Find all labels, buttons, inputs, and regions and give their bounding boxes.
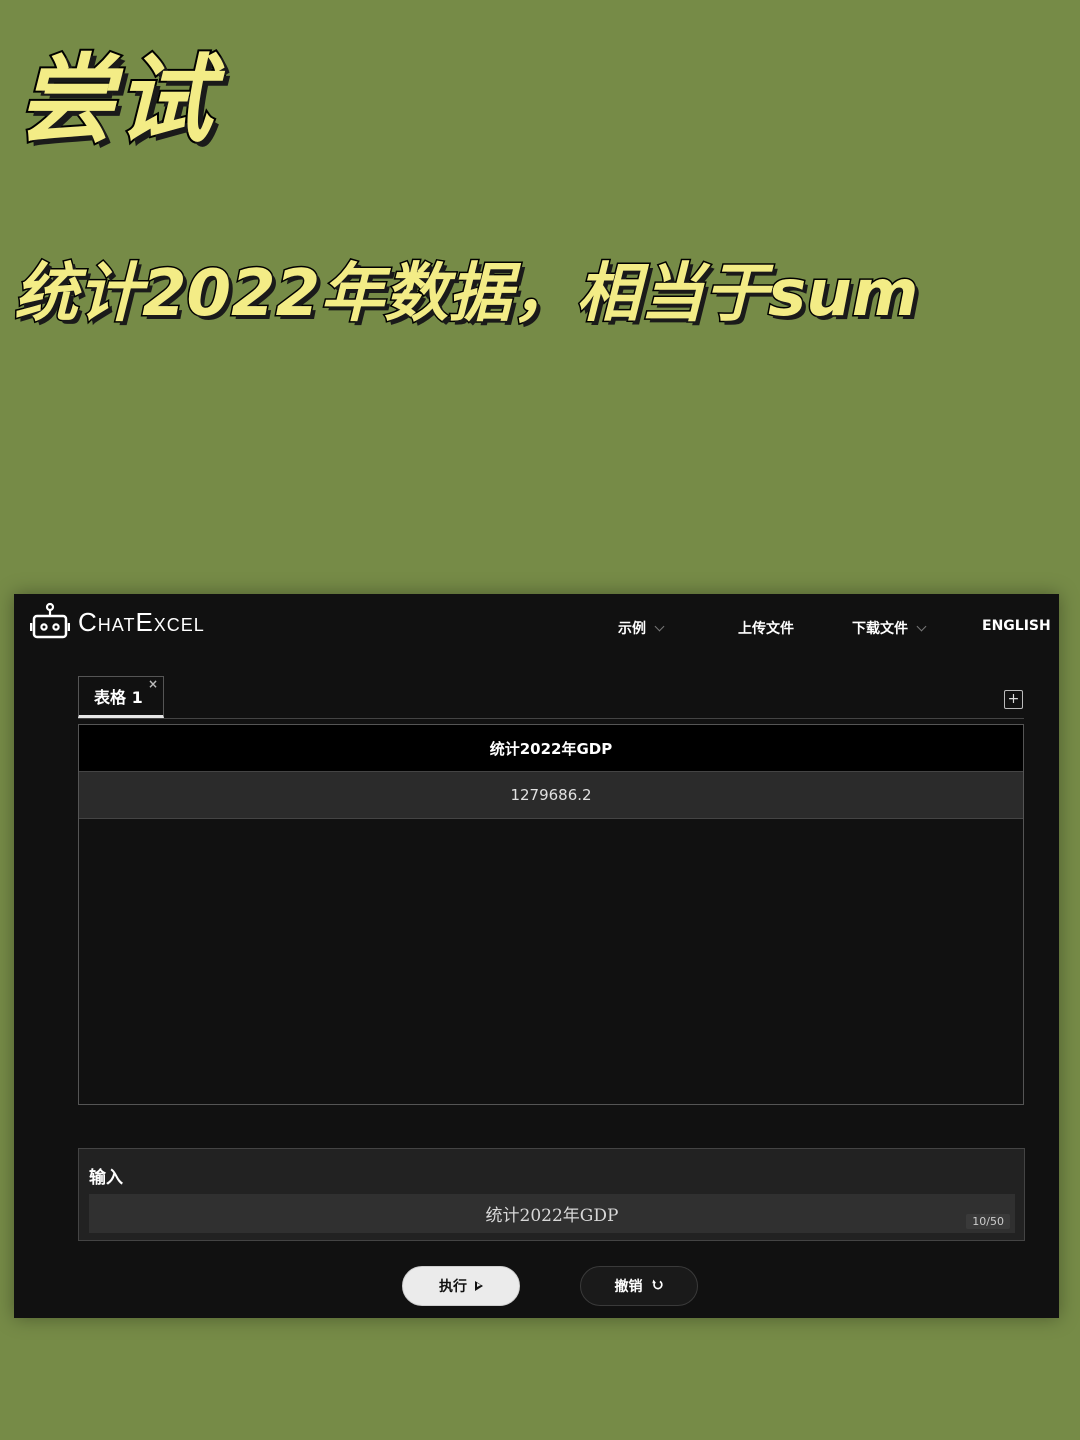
logo[interactable]: ChatExcel <box>30 602 205 642</box>
nav-download-label: 下载文件 <box>852 621 908 637</box>
play-icon <box>475 1281 483 1291</box>
tab-sheet-1[interactable]: 表格 1 × <box>78 676 164 718</box>
nav-examples-label: 示例 <box>618 621 646 637</box>
run-button[interactable]: 执行 <box>402 1266 520 1306</box>
result-table: 统计2022年GDP 1279686.2 <box>78 724 1024 1105</box>
input-panel: 输入 10/50 <box>78 1148 1025 1241</box>
nav-upload-label: 上传文件 <box>738 621 794 637</box>
char-counter: 10/50 <box>966 1214 1010 1229</box>
query-input[interactable] <box>89 1194 1015 1233</box>
logo-text: ChatExcel <box>78 606 205 637</box>
table-header: 统计2022年GDP <box>79 725 1023 772</box>
table-row: 1279686.2 <box>79 772 1023 819</box>
nav-english-label: ENGLISH <box>982 618 1051 634</box>
overlay-headline: 尝试 <box>16 44 214 156</box>
undo-button[interactable]: 撤销 <box>580 1266 698 1306</box>
robot-icon <box>30 602 70 642</box>
add-sheet-button[interactable]: + <box>1004 690 1023 709</box>
chevron-down-icon <box>916 621 927 631</box>
close-icon[interactable]: × <box>148 677 158 691</box>
chevron-down-icon <box>654 621 665 631</box>
run-button-label: 执行 <box>439 1279 467 1295</box>
chatexcel-window: ChatExcel 示例 上传文件 下载文件 ENGLISH 表格 1 × + … <box>14 594 1059 1318</box>
top-nav-bar: ChatExcel 示例 上传文件 下载文件 ENGLISH <box>14 594 1059 660</box>
overlay-subhead: 统计2022年数据，相当于sum <box>12 257 919 331</box>
undo-icon <box>651 1278 664 1295</box>
nav-download-file[interactable]: 下载文件 <box>852 618 927 638</box>
input-label: 输入 <box>89 1168 123 1188</box>
undo-button-label: 撤销 <box>614 1279 643 1295</box>
tab-divider <box>78 718 1024 719</box>
nav-english[interactable]: ENGLISH <box>982 618 1051 634</box>
nav-upload-file[interactable]: 上传文件 <box>738 618 794 638</box>
nav-examples[interactable]: 示例 <box>618 618 665 638</box>
tab-sheet-label: 表格 1 <box>94 688 143 707</box>
